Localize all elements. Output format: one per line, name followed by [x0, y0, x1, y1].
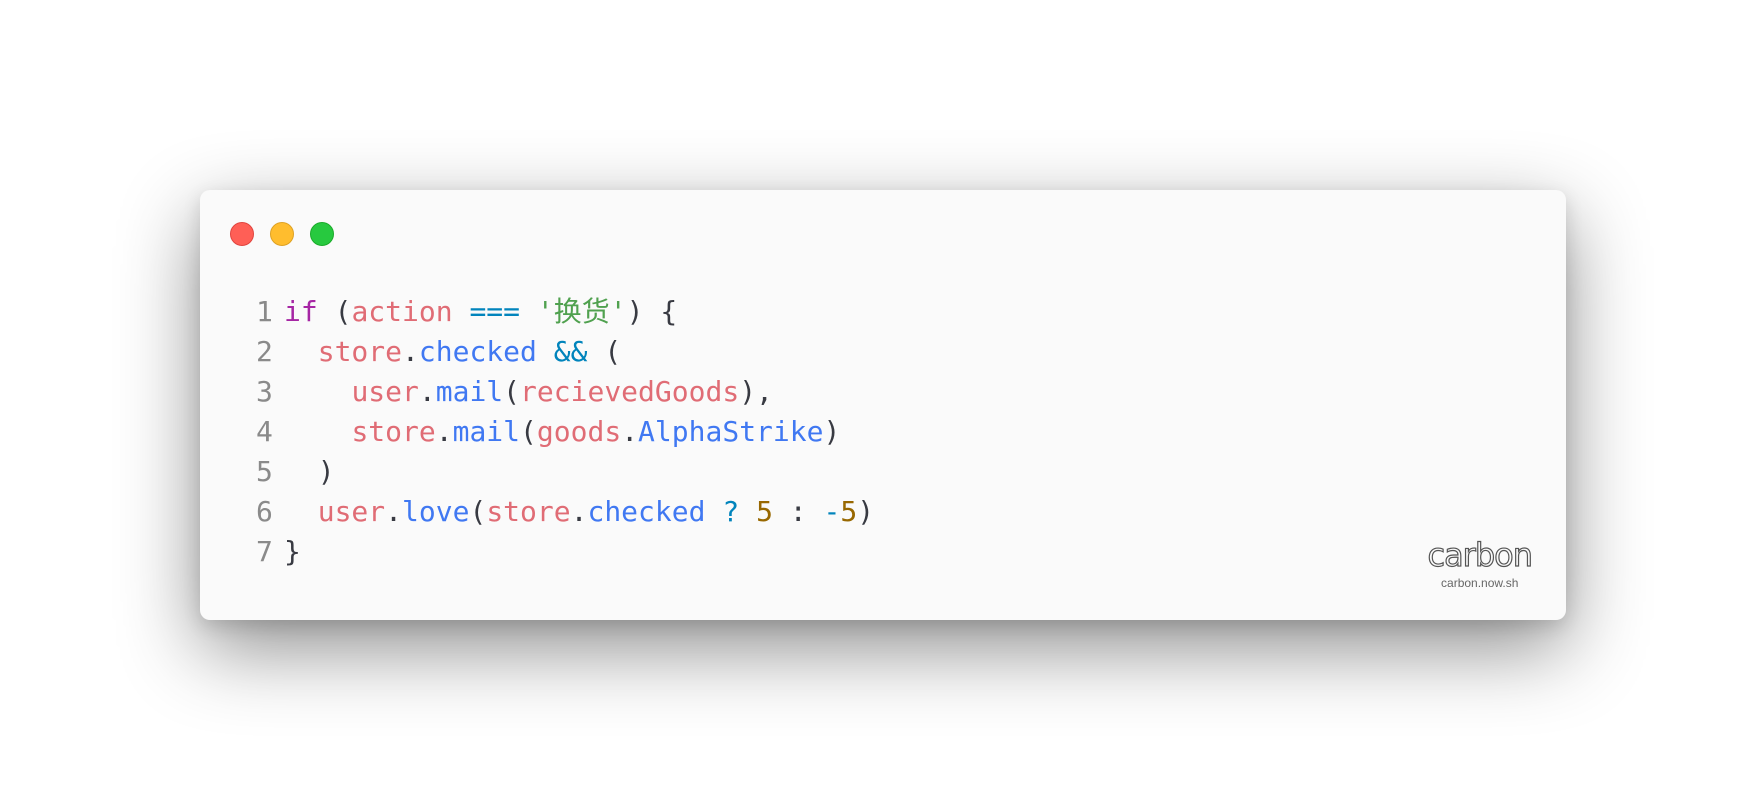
code-token: : [772, 495, 824, 528]
code-token: === [469, 295, 521, 328]
line-number: 3 [256, 375, 273, 408]
code-token: ) { [626, 295, 678, 328]
close-button[interactable] [230, 222, 254, 246]
code-token: 5 [840, 495, 858, 528]
code-line: 6 user.love(store.checked ? 5 : -5) [256, 492, 874, 532]
code-token: checked [418, 335, 537, 368]
code-line: 3 user.mail(recievedGoods), [256, 372, 874, 412]
code-token: recievedGoods [520, 375, 740, 408]
line-source: user.love(store.checked ? 5 : -5) [284, 492, 874, 532]
code-token: . [418, 375, 436, 408]
carbon-url: carbon.now.sh [1441, 576, 1519, 590]
window-controls [230, 222, 334, 246]
code-line: 1 if (action === '换货') { [256, 292, 874, 332]
code-token: . [435, 415, 453, 448]
code-token: action [351, 295, 453, 328]
code-token: if [284, 295, 318, 328]
line-number: 1 [256, 295, 273, 328]
code-window: 1 if (action === '换货') {2 store.checked &… [200, 190, 1566, 620]
maximize-button[interactable] [310, 222, 334, 246]
code-token: user [351, 375, 419, 408]
line-source: ) [284, 452, 335, 492]
code-token: ( [520, 415, 537, 448]
code-token: 5 [756, 495, 773, 528]
code-token: - [823, 495, 841, 528]
code-line: 5 ) [256, 452, 874, 492]
code-token: love [402, 495, 470, 528]
code-token: goods [536, 415, 622, 448]
code-line: 2 store.checked && ( [256, 332, 874, 372]
line-source: } [284, 532, 301, 572]
line-source: user.mail(recievedGoods), [284, 372, 773, 412]
code-token: ) [284, 455, 335, 488]
code-token: store [351, 415, 436, 448]
code-token: checked [587, 495, 706, 528]
minimize-button[interactable] [270, 222, 294, 246]
code-token: ( [469, 495, 487, 528]
code-token: ( [587, 335, 622, 368]
code-token: . [402, 335, 419, 368]
line-number: 7 [256, 535, 273, 568]
carbon-logo: carbon [1427, 536, 1534, 574]
code-line: 4 store.mail(goods.AlphaStrike) [256, 412, 874, 452]
code-token: store [486, 495, 571, 528]
code-token: mail [452, 415, 521, 448]
line-source: store.mail(goods.AlphaStrike) [284, 412, 840, 452]
code-token: && [553, 335, 588, 368]
line-number: 2 [256, 335, 273, 368]
line-source: if (action === '换货') { [284, 292, 677, 332]
code-token: ( [317, 295, 352, 328]
code-token: '换货' [536, 295, 627, 328]
code-token: } [284, 535, 301, 568]
code-token: ? [722, 495, 740, 528]
code-token: ) [823, 415, 841, 448]
code-token: ( [503, 375, 521, 408]
code-token: ), [739, 375, 773, 408]
code-line: 7} [256, 532, 874, 572]
line-source: store.checked && ( [284, 332, 621, 372]
line-number: 6 [256, 495, 273, 528]
code-token: . [621, 415, 639, 448]
code-token: store [317, 335, 403, 368]
code-token: user [317, 495, 386, 528]
line-number: 5 [256, 455, 273, 488]
line-number: 4 [256, 415, 273, 448]
code-token: . [385, 495, 403, 528]
code-block: 1 if (action === '换货') {2 store.checked &… [256, 292, 874, 572]
code-token: . [570, 495, 588, 528]
code-token: mail [435, 375, 504, 408]
code-token: ) [857, 495, 875, 528]
carbon-watermark: carbon carbon.now.sh [1427, 536, 1534, 590]
code-token: AlphaStrike [638, 415, 824, 448]
canvas: 1 if (action === '换货') {2 store.checked &… [0, 0, 1760, 806]
